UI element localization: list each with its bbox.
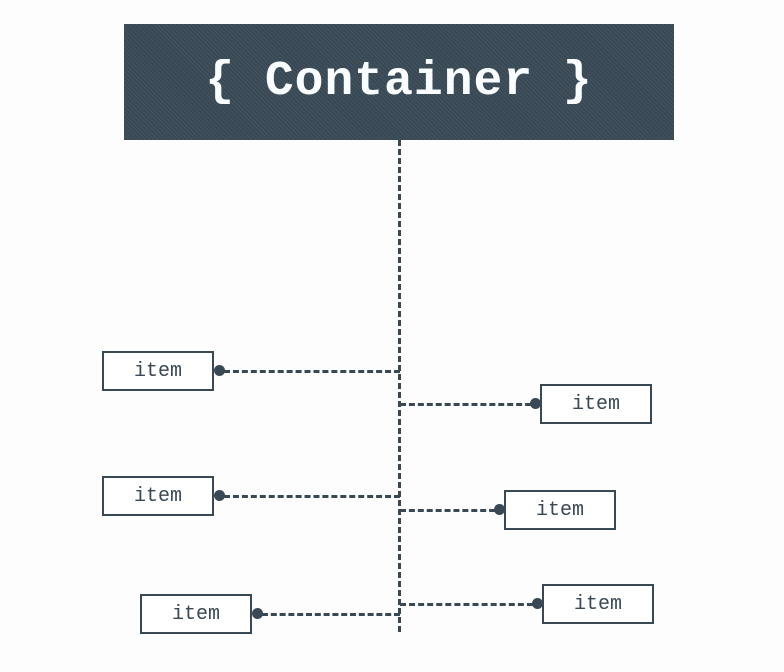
item-label: item [134, 360, 182, 383]
item-node-right-1: item [540, 384, 652, 424]
container-node: { Container } [124, 24, 674, 140]
trunk-connector [398, 140, 401, 632]
item-label: item [536, 499, 584, 522]
item-label: item [172, 603, 220, 626]
item-node-left-3: item [140, 594, 252, 634]
item-node-left-2: item [102, 476, 214, 516]
item-label: item [134, 485, 182, 508]
branch-connector [262, 613, 400, 616]
branch-connector [400, 509, 504, 512]
branch-connector [400, 603, 542, 606]
branch-connector [224, 495, 400, 498]
container-label: { Container } [205, 55, 592, 109]
item-node-left-1: item [102, 351, 214, 391]
branch-connector [400, 403, 540, 406]
branch-connector [224, 370, 400, 373]
item-label: item [574, 593, 622, 616]
item-label: item [572, 393, 620, 416]
item-node-right-3: item [542, 584, 654, 624]
item-node-right-2: item [504, 490, 616, 530]
